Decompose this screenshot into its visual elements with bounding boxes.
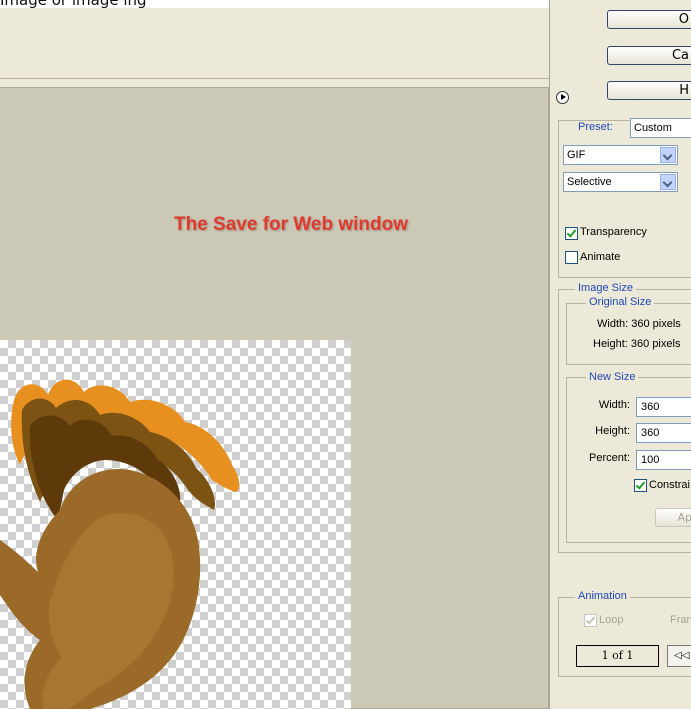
original-width: Width: 360 pixels	[597, 318, 681, 330]
reduction-select[interactable]: Selective	[563, 172, 678, 192]
preset-label: Preset:	[575, 121, 616, 133]
new-size-title: New Size	[586, 371, 639, 383]
preview-title: The Save for Web window	[174, 214, 409, 235]
format-value: GIF	[567, 149, 586, 161]
preview-canvas[interactable]	[0, 340, 351, 709]
original-size-group	[566, 303, 691, 365]
frame-counter: 1 of 1	[576, 645, 659, 667]
loop-label: Loop	[599, 614, 624, 626]
help-button[interactable]: H	[607, 81, 691, 100]
frame-label: Fran	[670, 614, 691, 626]
header-caption: Image or image ing	[0, 0, 147, 9]
format-select[interactable]: GIF	[563, 145, 678, 165]
animation-title: Animation	[575, 590, 630, 602]
first-frame-button[interactable]: ◁◁	[667, 645, 691, 667]
panel-divider	[549, 0, 550, 709]
apply-button[interactable]: Ap	[655, 508, 691, 527]
preset-select[interactable]: Custom	[630, 118, 691, 138]
reduction-value: Selective	[567, 176, 612, 188]
width-field[interactable]: 360	[636, 397, 691, 417]
constrain-label: Constrai	[649, 479, 690, 491]
percent-label: Percent:	[589, 452, 630, 464]
height-field[interactable]: 360	[636, 423, 691, 443]
image-size-title: Image Size	[575, 282, 637, 294]
cancel-button[interactable]: Ca	[607, 46, 691, 65]
width-label: Width:	[598, 399, 630, 411]
original-height: Height: 360 pixels	[593, 338, 681, 350]
animate-label: Animate	[580, 251, 621, 263]
chevron-down-icon[interactable]	[660, 174, 676, 190]
percent-field[interactable]: 100	[636, 450, 691, 470]
loop-checkbox[interactable]	[584, 614, 597, 627]
optimize-menu-arrow-icon[interactable]	[556, 91, 569, 104]
animate-checkbox[interactable]	[565, 251, 578, 264]
body	[0, 469, 201, 709]
transparency-label: Transparency	[580, 226, 647, 238]
transparency-checkbox[interactable]	[565, 227, 578, 240]
turkey-artwork	[0, 379, 240, 709]
preset-value: Custom	[634, 122, 672, 134]
ok-button[interactable]: O	[607, 10, 691, 29]
height-label: Height:	[595, 425, 630, 437]
constrain-checkbox[interactable]	[634, 479, 647, 492]
original-size-title: Original Size	[586, 296, 655, 308]
top-panel	[0, 8, 549, 79]
chevron-down-icon[interactable]	[660, 147, 676, 163]
